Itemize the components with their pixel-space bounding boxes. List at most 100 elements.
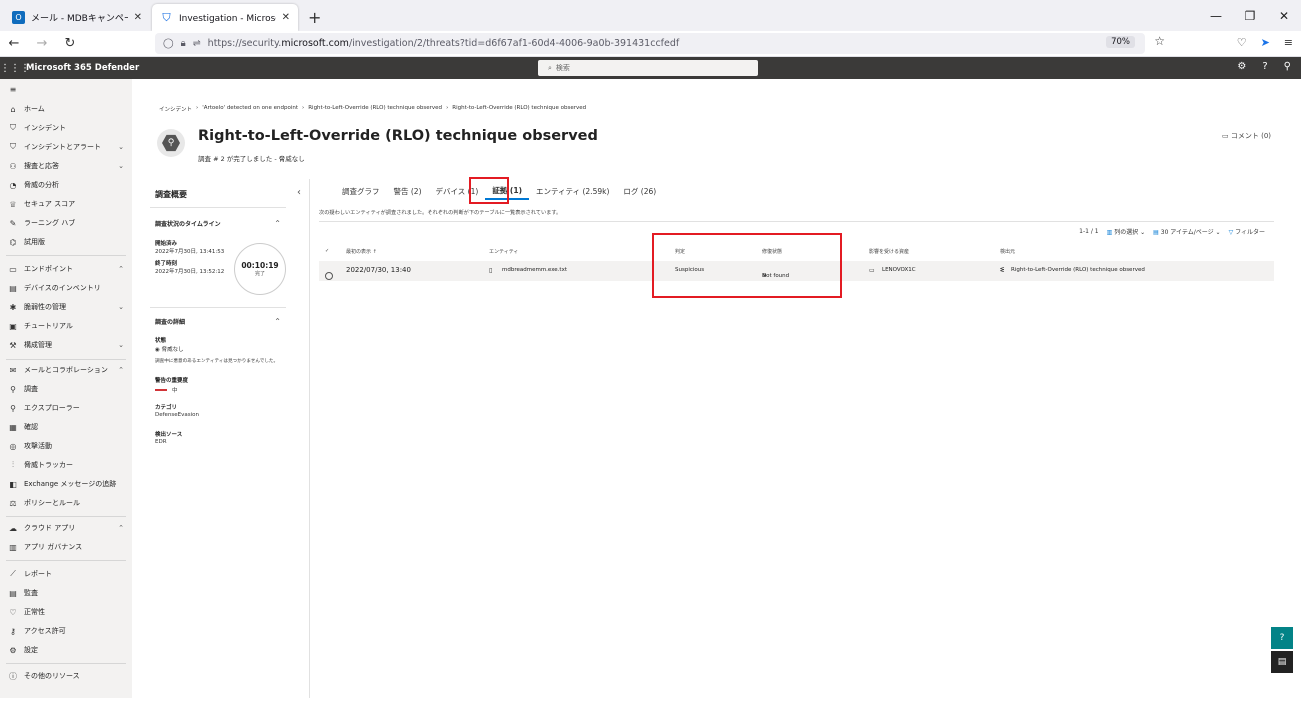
chevron-down-icon: ⌄ bbox=[118, 143, 124, 151]
verdict-highlight-box bbox=[652, 233, 842, 298]
breadcrumb-item[interactable]: 'Artoelo' detected on one endpoint bbox=[202, 105, 298, 113]
col-entity[interactable]: エンティティ bbox=[489, 248, 518, 255]
cell-entity[interactable]: mdbreadmemm.exe.txt bbox=[502, 267, 567, 273]
shield-icon: ◯ bbox=[163, 38, 174, 49]
back-arrow-icon[interactable]: ← bbox=[0, 36, 28, 51]
page-icon: ▤ bbox=[1153, 229, 1159, 236]
close-tab-icon[interactable]: ✕ bbox=[134, 12, 142, 23]
nav-item-endpoints[interactable]: ▭ エンドポイント ⌃ bbox=[0, 261, 132, 277]
nav-item-campaigns[interactable]: ◎ 攻撃活動 bbox=[0, 438, 132, 454]
search-placeholder: 検索 bbox=[555, 64, 570, 72]
browser-tab-investigation[interactable]: ⛉ Investigation - Microsoft 365 セ ✕ bbox=[152, 4, 298, 31]
chevron-up-icon[interactable]: ⌃ bbox=[274, 317, 281, 326]
nav-label: ポリシーとルール bbox=[24, 499, 80, 507]
pocket-icon[interactable]: ♡ bbox=[1237, 36, 1247, 49]
extension-icon[interactable]: ➤ bbox=[1261, 36, 1270, 49]
nav-item-audit[interactable]: ▤ 監査 bbox=[0, 585, 132, 601]
nav-item-email-collab[interactable]: ✉ メールとコラボレーション ⌃ bbox=[0, 362, 132, 378]
nav-item-policies[interactable]: ⚖ ポリシーとルール bbox=[0, 495, 132, 511]
nav-item-incidents[interactable]: ⛉ インシデント bbox=[0, 120, 132, 136]
nav-item-app-governance[interactable]: ▥ アプリ ガバナンス bbox=[0, 539, 132, 555]
nav-item-explorer[interactable]: ⚲ エクスプローラー bbox=[0, 400, 132, 416]
filter-button[interactable]: ▽ フィルター bbox=[1229, 227, 1265, 236]
bookmark-star-icon[interactable]: ☆ bbox=[1154, 34, 1165, 48]
col-asset[interactable]: 影響を受ける資産 bbox=[869, 248, 909, 255]
result-count: 1-1 / 1 bbox=[1079, 228, 1099, 235]
breadcrumb-item[interactable]: インシデント bbox=[159, 105, 192, 113]
shield-icon: ⛉ bbox=[10, 123, 16, 132]
chevron-up-icon[interactable]: ⌃ bbox=[274, 219, 281, 228]
app-launcher-icon[interactable]: ⋮⋮⋮ bbox=[0, 63, 30, 74]
feedback-chat-icon[interactable]: ▤ bbox=[1271, 651, 1293, 673]
nav-item-trials[interactable]: ⌬ 試用版 bbox=[0, 234, 132, 250]
file-icon: ▯ bbox=[489, 267, 493, 274]
browser-tab-outlook[interactable]: O メール - MDBキャンペーン - Outlook ✕ bbox=[4, 4, 150, 31]
close-window-icon[interactable]: ✕ bbox=[1267, 0, 1301, 31]
nav-item-settings[interactable]: ⚙ 設定 bbox=[0, 642, 132, 658]
breadcrumb-item[interactable]: Right-to-Left-Override (RLO) technique o… bbox=[308, 105, 442, 113]
nav-item-incidents-alerts[interactable]: ⛉ インシデントとアラート ⌄ bbox=[0, 139, 132, 155]
nav-item-home[interactable]: ⌂ ホーム bbox=[0, 101, 132, 117]
minimize-icon[interactable]: — bbox=[1199, 0, 1233, 31]
help-icon[interactable]: ? bbox=[1262, 61, 1267, 72]
cell-asset[interactable]: LENOVOX1C bbox=[882, 267, 916, 273]
help-assistant-icon[interactable]: ? bbox=[1271, 627, 1293, 649]
nav-item-investigations[interactable]: ⚲ 調査 bbox=[0, 381, 132, 397]
col-source[interactable]: 検出元 bbox=[1000, 248, 1015, 255]
nav-item-health[interactable]: ♡ 正常性 bbox=[0, 604, 132, 620]
nav-item-device-inventory[interactable]: ▤ デバイスのインベントリ bbox=[0, 280, 132, 296]
nav-label: インシデント bbox=[24, 124, 66, 132]
nav-label: セキュア スコア bbox=[24, 200, 76, 208]
nav-item-config-mgmt[interactable]: ⚒ 構成管理 ⌄ bbox=[0, 337, 132, 353]
nav-label: 構成管理 bbox=[24, 341, 52, 349]
reload-icon[interactable]: ↻ bbox=[56, 36, 84, 51]
col-first-seen[interactable]: 最初の表示 ↑ bbox=[346, 248, 377, 255]
tab-investigation-graph[interactable]: 調査グラフ bbox=[335, 182, 387, 200]
browser-tab-title: メール - MDBキャンペーン - Outlook bbox=[31, 14, 128, 24]
chevron-up-icon: ⌃ bbox=[118, 524, 124, 532]
tab-alerts[interactable]: 警告 (2) bbox=[387, 182, 429, 200]
timeline-heading: 調査状況のタイムライン bbox=[155, 221, 221, 228]
settings-gear-icon[interactable]: ⚙ bbox=[1237, 61, 1246, 72]
browser-toolbar-right: ♡ ➤ ≡ bbox=[1237, 36, 1293, 49]
url-bar[interactable]: ◯ 🔒︎ ⇌ https://security.microsoft.com/in… bbox=[155, 33, 1165, 54]
choose-columns-button[interactable]: ▥ 列の選択 ⌄ bbox=[1107, 227, 1146, 236]
new-tab-button[interactable]: + bbox=[300, 8, 329, 31]
tab-log[interactable]: ログ (26) bbox=[616, 182, 663, 200]
breadcrumb: インシデント › 'Artoelo' detected on one endpoi… bbox=[159, 105, 586, 113]
nav-item-learning-hub[interactable]: ✎ ラーニング ハブ bbox=[0, 215, 132, 231]
nav-item-exchange-trace[interactable]: ◧ Exchange メッセージの追跡 bbox=[0, 476, 132, 492]
nav-item-secure-score[interactable]: ♕ セキュア スコア bbox=[0, 196, 132, 212]
cloud-icon: ☁ bbox=[9, 523, 17, 533]
nav-item-permissions[interactable]: ⚷ アクセス許可 bbox=[0, 623, 132, 639]
zoom-level[interactable]: 70% bbox=[1106, 36, 1135, 48]
audit-icon: ▤ bbox=[9, 588, 17, 598]
collapse-panel-chevron-icon[interactable]: ‹ bbox=[297, 187, 301, 198]
nav-item-threat-analytics[interactable]: ◔ 脅威の分析 bbox=[0, 177, 132, 193]
user-avatar-icon[interactable]: ⚲ bbox=[1284, 61, 1291, 72]
nav-item-tutorials[interactable]: ▣ チュートリアル bbox=[0, 318, 132, 334]
nav-item-cloud-apps[interactable]: ☁ クラウド アプリ ⌃ bbox=[0, 520, 132, 536]
nav-collapse[interactable]: ≡ bbox=[0, 81, 132, 97]
items-per-page-button[interactable]: ▤ 30 アイテム/ページ ⌄ bbox=[1153, 227, 1220, 236]
global-search-input[interactable]: ⌕ 検索 bbox=[538, 60, 758, 76]
close-tab-icon[interactable]: ✕ bbox=[282, 12, 290, 23]
comment-button[interactable]: ▭ コメント (0) bbox=[1222, 131, 1271, 141]
nav-item-more-resources[interactable]: ⓘ その他のリソース bbox=[0, 668, 132, 684]
cell-source[interactable]: Right-to-Left-Override (RLO) technique o… bbox=[1011, 267, 1145, 273]
nav-item-hunting[interactable]: ⚇ 捜査と応答 ⌄ bbox=[0, 158, 132, 174]
nav-item-review[interactable]: ▦ 確認 bbox=[0, 419, 132, 435]
tab-entities[interactable]: エンティティ (2.59k) bbox=[529, 182, 616, 200]
outlook-icon: O bbox=[12, 11, 25, 24]
lock-icon: 🔒︎ bbox=[180, 38, 186, 49]
nav-item-vulnerability[interactable]: ✱ 脆弱性の管理 ⌄ bbox=[0, 299, 132, 315]
nav-item-threat-tracker[interactable]: ⫶ 脅威トラッカー bbox=[0, 457, 132, 473]
nav-item-reports[interactable]: ⟋ レポート bbox=[0, 566, 132, 582]
table-divider bbox=[319, 221, 1274, 222]
menu-icon[interactable]: ≡ bbox=[1284, 36, 1293, 49]
select-all-check-icon[interactable]: ✓ bbox=[325, 248, 329, 254]
alert-icon: ᓬ bbox=[1000, 267, 1005, 274]
forward-arrow-icon[interactable]: → bbox=[28, 36, 56, 51]
per-page-label: 30 アイテム/ページ bbox=[1160, 229, 1214, 236]
restore-icon[interactable]: ❐ bbox=[1233, 0, 1267, 31]
